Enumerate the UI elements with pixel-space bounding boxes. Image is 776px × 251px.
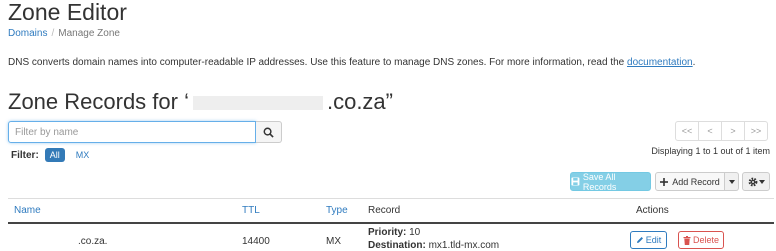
table-row: .co.za. 14400 MX Priority: 10 Destinatio… bbox=[8, 223, 774, 251]
edit-label: Edit bbox=[645, 235, 662, 245]
page-title: Zone Editor bbox=[8, 0, 127, 25]
add-record-label: Add Record bbox=[672, 176, 720, 187]
pagination: << < > >> bbox=[675, 121, 768, 141]
documentation-link[interactable]: documentation bbox=[627, 57, 693, 68]
record-name: .co.za. bbox=[78, 236, 108, 247]
table-header: Name TTL Type Record Actions bbox=[8, 198, 774, 224]
add-record-dropdown-toggle[interactable] bbox=[725, 172, 739, 191]
destination-value: mx1.tld-mx.com bbox=[428, 240, 500, 251]
filter-row: Filter: All MX bbox=[11, 148, 94, 162]
pager-last-button[interactable]: >> bbox=[744, 121, 768, 141]
record-destination: Destination: mx1.tld-mx.com bbox=[368, 240, 499, 251]
record-priority: Priority: 10 bbox=[368, 227, 420, 238]
column-record-header: Record bbox=[368, 205, 401, 216]
filter-label: Filter: bbox=[11, 149, 39, 161]
zone-records-heading: Zone Records for ‘ .co.za” bbox=[8, 89, 393, 115]
redacted-domain bbox=[192, 96, 323, 111]
heading-prefix: Zone Records for ‘ bbox=[8, 89, 189, 114]
chevron-down-icon bbox=[758, 179, 765, 184]
search-field bbox=[8, 121, 261, 143]
column-ttl-header[interactable]: TTL bbox=[242, 205, 260, 216]
add-record-button[interactable]: Add Record bbox=[655, 172, 725, 191]
heading-suffix: .co.za” bbox=[326, 89, 393, 114]
pagination-status: Displaying 1 to 1 out of 1 item bbox=[651, 146, 770, 156]
gear-icon bbox=[748, 177, 757, 186]
destination-label: Destination: bbox=[368, 240, 426, 251]
filter-mx[interactable]: MX bbox=[71, 148, 95, 162]
pager-first-button[interactable]: << bbox=[675, 121, 699, 141]
breadcrumb-separator: / bbox=[51, 28, 55, 39]
description-end: . bbox=[692, 57, 696, 68]
plus-icon bbox=[660, 177, 669, 186]
search-button[interactable] bbox=[256, 121, 282, 143]
save-all-records-button[interactable]: Save All Records bbox=[570, 171, 651, 192]
search-icon bbox=[263, 127, 274, 138]
priority-value: 10 bbox=[409, 227, 421, 238]
column-actions-header: Actions bbox=[636, 205, 669, 216]
page-description: DNS converts domain names into computer-… bbox=[8, 57, 695, 68]
breadcrumb-domains-link[interactable]: Domains bbox=[8, 28, 47, 39]
priority-label: Priority: bbox=[368, 227, 407, 238]
pager-next-button[interactable]: > bbox=[721, 121, 745, 141]
settings-menu-button[interactable] bbox=[742, 172, 770, 191]
filter-all[interactable]: All bbox=[44, 148, 65, 162]
record-type: MX bbox=[326, 236, 341, 247]
delete-label: Delete bbox=[692, 235, 719, 245]
edit-button[interactable]: Edit bbox=[630, 231, 667, 249]
column-name-header[interactable]: Name bbox=[14, 205, 41, 216]
save-all-records-label: Save All Records bbox=[582, 171, 617, 192]
breadcrumb: Domains / Manage Zone bbox=[8, 28, 120, 39]
trash-icon bbox=[683, 235, 691, 245]
description-text: DNS converts domain names into computer-… bbox=[8, 57, 628, 68]
search-input[interactable] bbox=[9, 122, 261, 143]
column-type-header[interactable]: Type bbox=[326, 205, 348, 216]
pencil-icon bbox=[636, 237, 643, 243]
pager-prev-button[interactable]: < bbox=[698, 121, 722, 141]
save-icon bbox=[571, 177, 580, 186]
breadcrumb-current: Manage Zone bbox=[58, 28, 120, 39]
chevron-down-icon bbox=[728, 179, 735, 184]
delete-button[interactable]: Delete bbox=[678, 231, 724, 249]
record-ttl: 14400 bbox=[242, 236, 270, 247]
